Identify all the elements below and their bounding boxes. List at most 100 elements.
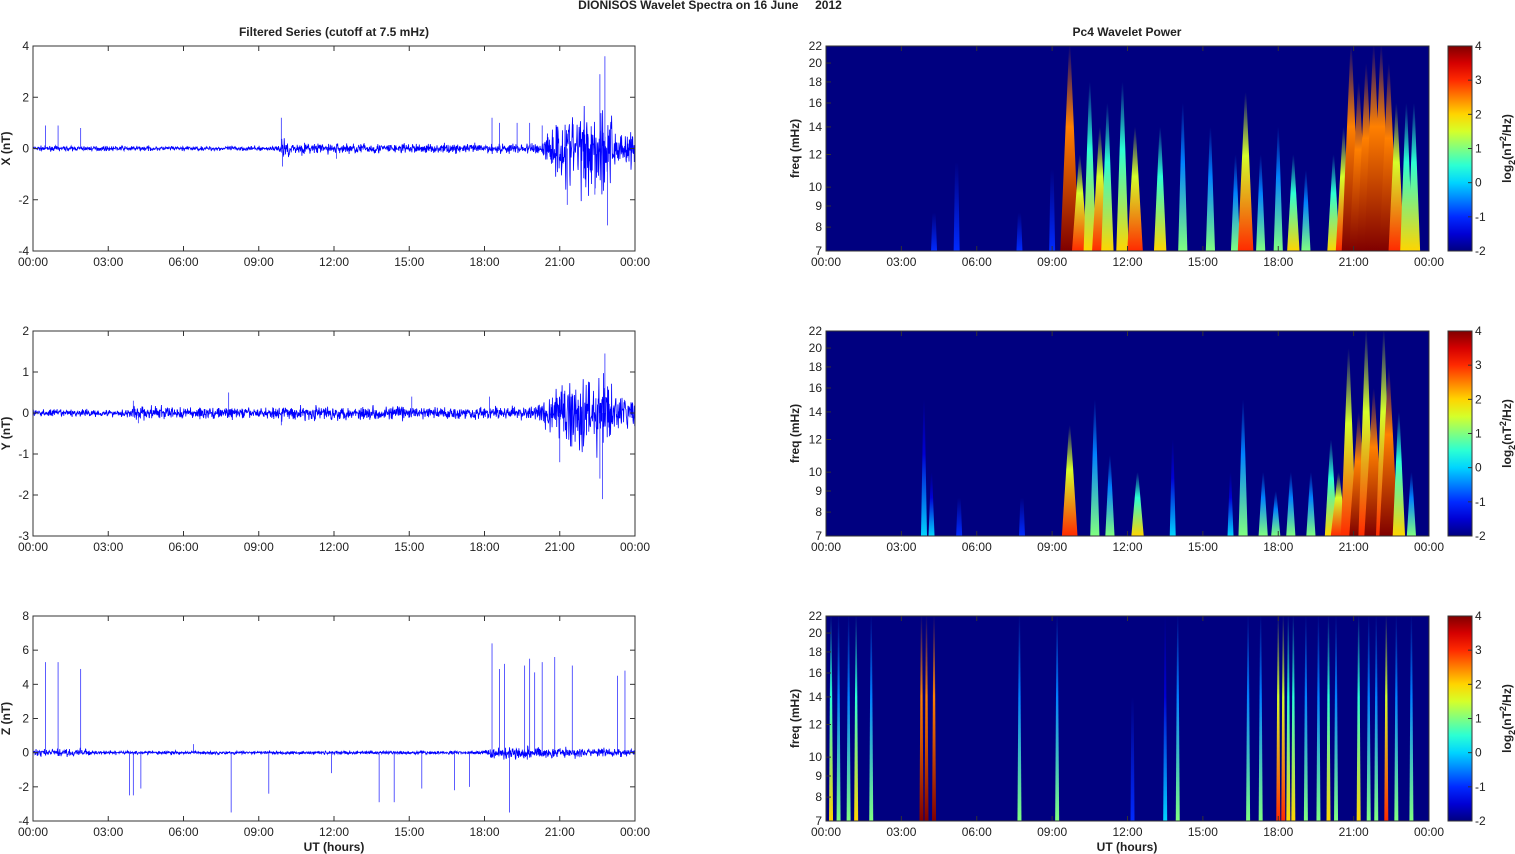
spectrogram-x-tick-label: 06:00 xyxy=(962,255,992,269)
colorbar-tick-label: 0 xyxy=(1475,176,1482,190)
colorbar-tick-label: 4 xyxy=(1475,609,1482,623)
freq-tick-label: 12 xyxy=(809,148,823,162)
series-x-tick-label: 06:00 xyxy=(168,540,198,554)
series-y-tick-label: -1 xyxy=(18,447,29,461)
colorbar-label: log2(nT2/Hz) xyxy=(1498,399,1515,468)
freq-tick-label: 18 xyxy=(809,645,823,659)
freq-tick-label: 8 xyxy=(815,790,822,804)
series-plot-area xyxy=(33,331,635,536)
series-x-tick-label: 03:00 xyxy=(93,540,123,554)
freq-tick-label: 18 xyxy=(809,360,823,374)
series-x-tick-label: 12:00 xyxy=(319,825,349,839)
spectrogram-x-tick-label: 12:00 xyxy=(1112,540,1142,554)
freq-tick-label: 16 xyxy=(809,96,823,110)
freq-tick-label: 10 xyxy=(809,465,823,479)
right-column-title: Pc4 Wavelet Power xyxy=(1073,25,1182,39)
spectrogram-x-tick-label: 21:00 xyxy=(1339,540,1369,554)
colorbar-tick-label: -1 xyxy=(1475,210,1486,224)
colorbar-tick-label: 4 xyxy=(1475,324,1482,338)
colorbar-label-part: /Hz) xyxy=(1500,684,1514,706)
colorbar-tick-label: -1 xyxy=(1475,495,1486,509)
freq-tick-label: 22 xyxy=(809,39,823,53)
series-x-tick-label: 06:00 xyxy=(168,255,198,269)
colorbar-tick-label: 4 xyxy=(1475,39,1482,53)
series-y-tick-label: -2 xyxy=(18,780,29,794)
spectrogram-x-tick-label: 09:00 xyxy=(1037,540,1067,554)
right-x-axis-label: UT (hours) xyxy=(1097,840,1158,854)
colorbar-tick-label: 1 xyxy=(1475,142,1482,156)
freq-axis-label: freq (mHz) xyxy=(788,119,802,178)
series-plot-area xyxy=(33,616,635,821)
colorbar-tick-label: -2 xyxy=(1475,814,1486,828)
freq-tick-label: 20 xyxy=(809,56,823,70)
freq-tick-label: 16 xyxy=(809,666,823,680)
series-y-tick-label: 1 xyxy=(22,365,29,379)
series-y-tick-label: 0 xyxy=(22,746,29,760)
freq-tick-label: 20 xyxy=(809,341,823,355)
series-y-tick-label: 0 xyxy=(22,406,29,420)
spectrogram-x-tick-label: 03:00 xyxy=(886,255,916,269)
spectrogram-x-tick-label: 09:00 xyxy=(1037,825,1067,839)
series-y-tick-label: 2 xyxy=(22,324,29,338)
series-y-axis-label: Y (nT) xyxy=(0,417,13,451)
series-y-axis-label: Z (nT) xyxy=(0,702,13,735)
freq-tick-label: 10 xyxy=(809,180,823,194)
freq-tick-label: 9 xyxy=(815,484,822,498)
colorbar-tick-label: 2 xyxy=(1475,107,1482,121)
series-x-tick-label: 00:00 xyxy=(620,540,650,554)
colorbar-label-part: (nT xyxy=(1500,426,1514,445)
series-y-tick-label: 4 xyxy=(22,677,29,691)
series-x-tick-label: 00:00 xyxy=(18,255,48,269)
spectrogram-x-tick-label: 03:00 xyxy=(886,540,916,554)
freq-tick-label: 14 xyxy=(809,120,823,134)
series-y-tick-label: -2 xyxy=(18,193,29,207)
freq-tick-label: 16 xyxy=(809,381,823,395)
colorbar-label-part: (nT xyxy=(1500,711,1514,730)
colorbar-label-part: log xyxy=(1500,165,1514,183)
series-x-tick-label: 00:00 xyxy=(620,825,650,839)
colorbar-tick-label: -1 xyxy=(1475,780,1486,794)
colorbar-tick-label: 1 xyxy=(1475,712,1482,726)
spectrogram-x-tick-label: 12:00 xyxy=(1112,825,1142,839)
series-y-tick-label: 2 xyxy=(22,712,29,726)
series-y-tick-label: 8 xyxy=(22,609,29,623)
spectrogram-x-tick-label: 18:00 xyxy=(1263,255,1293,269)
freq-tick-label: 22 xyxy=(809,324,823,338)
series-x-tick-label: 15:00 xyxy=(394,540,424,554)
colorbar-tick-label: 3 xyxy=(1475,358,1482,372)
spectrogram-x-tick-label: 03:00 xyxy=(886,825,916,839)
freq-tick-label: 8 xyxy=(815,220,822,234)
spectrogram-x-tick-label: 09:00 xyxy=(1037,255,1067,269)
series-x-tick-label: 09:00 xyxy=(244,255,274,269)
left-column-title: Filtered Series (cutoff at 7.5 mHz) xyxy=(239,25,429,39)
spectrogram-x-tick-label: 15:00 xyxy=(1188,825,1218,839)
series-y-tick-label: 6 xyxy=(22,643,29,657)
colorbar-label-part: /Hz) xyxy=(1500,399,1514,421)
colorbar-label: log2(nT2/Hz) xyxy=(1498,684,1515,753)
series-x-tick-label: 09:00 xyxy=(244,825,274,839)
left-x-axis-label: UT (hours) xyxy=(304,840,365,854)
freq-tick-label: 10 xyxy=(809,750,823,764)
series-y-tick-label: -2 xyxy=(18,488,29,502)
series-x-tick-label: 06:00 xyxy=(168,825,198,839)
colorbar-label: log2(nT2/Hz) xyxy=(1498,114,1515,183)
spectrogram-x-tick-label: 21:00 xyxy=(1339,255,1369,269)
colorbar-label-part: log xyxy=(1500,735,1514,753)
figure: DIONISOS Wavelet Spectra on 16 June 2012… xyxy=(0,0,1515,854)
series-x-tick-label: 21:00 xyxy=(545,825,575,839)
colorbar-tick-label: 1 xyxy=(1475,427,1482,441)
spectrogram-x-tick-label: 12:00 xyxy=(1112,255,1142,269)
spectrogram-x-tick-label: 00:00 xyxy=(1414,540,1444,554)
series-x-tick-label: 15:00 xyxy=(394,255,424,269)
series-x-tick-label: 03:00 xyxy=(93,825,123,839)
spectrogram-x-tick-label: 15:00 xyxy=(1188,255,1218,269)
series-x-tick-label: 09:00 xyxy=(244,540,274,554)
spectrogram-background xyxy=(826,616,1429,821)
series-x-tick-label: 12:00 xyxy=(319,255,349,269)
colorbar-tick-label: -2 xyxy=(1475,244,1486,258)
series-x-tick-label: 00:00 xyxy=(18,825,48,839)
colorbar-tick-label: -2 xyxy=(1475,529,1486,543)
freq-tick-label: 9 xyxy=(815,769,822,783)
series-x-tick-label: 18:00 xyxy=(469,825,499,839)
series-y-tick-label: 0 xyxy=(22,142,29,156)
